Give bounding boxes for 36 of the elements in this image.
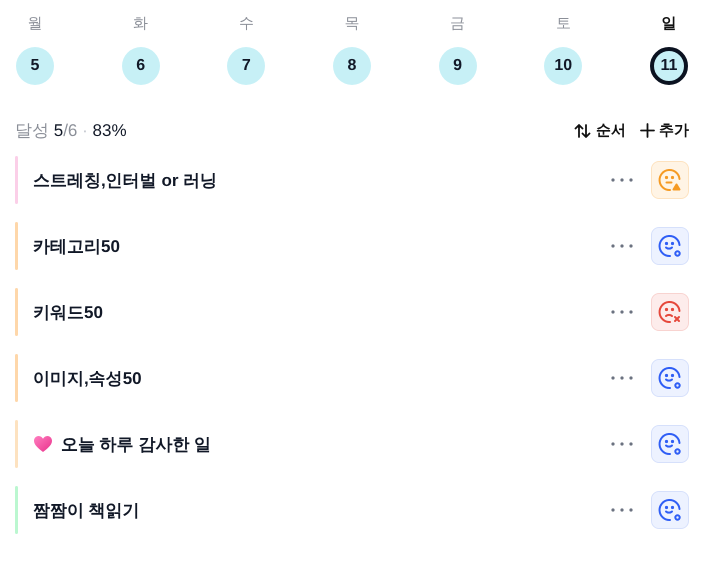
- sort-button[interactable]: 순서: [574, 121, 626, 140]
- neutral-face-icon: [657, 167, 683, 193]
- smile-face-icon: [657, 431, 683, 457]
- habit-title[interactable]: 이미지,속성50: [33, 366, 142, 390]
- weekday-label: 토: [556, 14, 571, 33]
- status-button[interactable]: [651, 359, 689, 397]
- add-button[interactable]: 추가: [640, 121, 689, 140]
- smile-face-icon: [657, 365, 683, 391]
- date-button[interactable]: 6: [122, 47, 160, 85]
- date-button[interactable]: 8: [332, 47, 371, 85]
- date-button[interactable]: 11: [650, 47, 688, 85]
- weekday-label: 월: [28, 14, 42, 33]
- weekday-label: 금: [450, 14, 466, 33]
- weekday-label: 수: [238, 14, 254, 33]
- weekday-label: 화: [133, 14, 148, 33]
- date-button[interactable]: 5: [16, 47, 54, 85]
- habit-title[interactable]: 스트레칭,인터벌 or 러닝: [33, 168, 218, 192]
- date-button[interactable]: 7: [227, 47, 266, 85]
- weekday-label: 목: [344, 14, 360, 33]
- weekday-label: 일: [661, 14, 676, 33]
- sad-face-icon: [657, 299, 683, 325]
- achievement-summary: 달성 5/6 · 83%: [15, 120, 127, 142]
- smile-face-icon: [657, 233, 683, 259]
- status-button[interactable]: [651, 491, 689, 529]
- date-button[interactable]: 10: [544, 47, 582, 85]
- plus-icon: [640, 123, 655, 138]
- status-button[interactable]: [651, 293, 689, 331]
- habit-title[interactable]: 오늘 하루 감사한 일: [61, 432, 212, 456]
- status-button[interactable]: [651, 425, 689, 463]
- date-button[interactable]: 9: [438, 47, 477, 85]
- status-button[interactable]: [651, 227, 689, 265]
- habit-title[interactable]: 짬짬이 책읽기: [33, 498, 140, 522]
- smile-face-icon: [657, 497, 683, 523]
- habit-title[interactable]: 카테고리50: [33, 234, 120, 258]
- habit-title[interactable]: 키워드50: [33, 300, 103, 324]
- sort-icon: [574, 122, 592, 138]
